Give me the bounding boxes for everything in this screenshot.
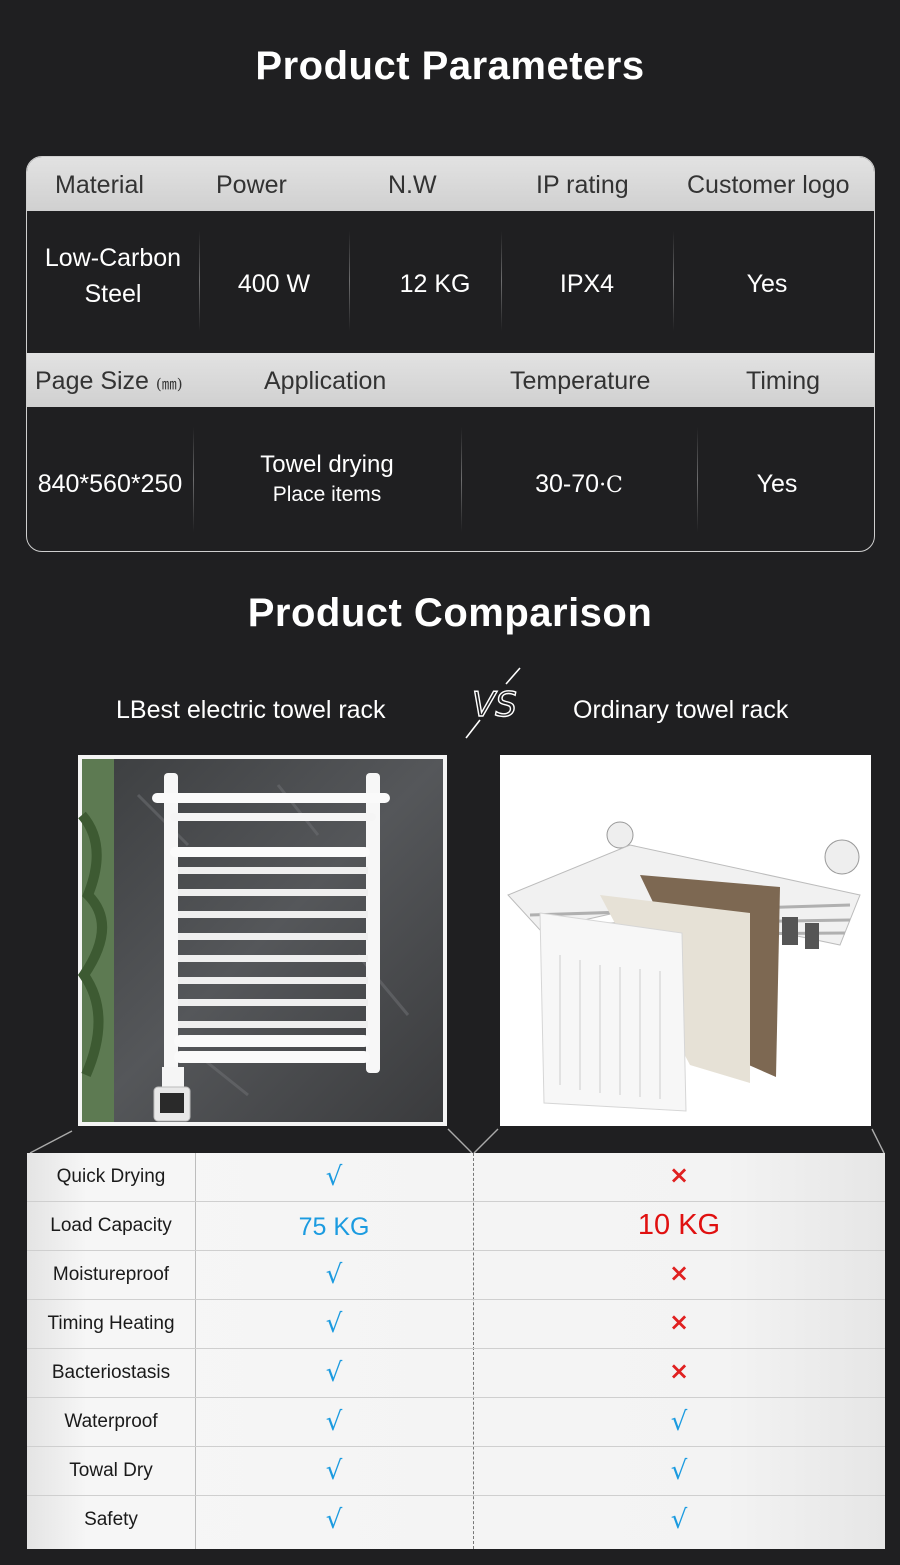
- comparison-title: Product Comparison: [247, 591, 653, 635]
- header-nw: N.W: [388, 171, 437, 199]
- parameters-table: Material Power N.W IP rating Customer lo…: [26, 156, 875, 552]
- check-icon: √: [670, 1505, 688, 1535]
- header-page-size: Page Size (㎜): [35, 367, 183, 396]
- header-power: Power: [216, 171, 287, 199]
- feature-label: Safety: [84, 1509, 138, 1530]
- value-temperature-range: 30-70: [535, 470, 600, 498]
- header-timing: Timing: [746, 367, 821, 395]
- table-row: Quick Drying √ ×: [27, 1153, 885, 1202]
- feature-label: Moistureproof: [52, 1264, 170, 1285]
- header-temperature: Temperature: [510, 367, 651, 395]
- check-icon: √: [670, 1456, 688, 1486]
- table-row: Bacteriostasis √ ×: [27, 1349, 885, 1398]
- header-page-size-unit: (㎜): [155, 375, 183, 393]
- comparison-table: Quick Drying √ × Load Capacity 75 KG 10 KG Moi…: [27, 1153, 885, 1549]
- parameters-value-row-1: Low-Carbon Steel 400 W 12 KG IPX4 Yes: [27, 211, 874, 353]
- feature-label: Quick Drying: [56, 1166, 166, 1187]
- parameters-header-row-1: Material Power N.W IP rating Customer lo…: [27, 157, 874, 211]
- value-logo: Yes: [746, 270, 788, 298]
- check-icon: √: [325, 1505, 343, 1535]
- vs-icon: VS: [462, 664, 524, 742]
- check-icon: √: [670, 1407, 688, 1437]
- table-row: Towal Dry √ √: [27, 1447, 885, 1496]
- value-material: Low-Carbon Steel: [27, 240, 199, 313]
- cross-icon: ×: [668, 1161, 690, 1189]
- check-icon: √: [325, 1260, 343, 1290]
- table-row: Moistureproof √ ×: [27, 1251, 885, 1300]
- feature-label: Timing Heating: [47, 1313, 175, 1334]
- table-row: Waterproof √ √: [27, 1398, 885, 1447]
- capacity-value: 75 KG: [298, 1213, 370, 1241]
- header-customer-logo: Customer logo: [687, 171, 850, 199]
- value-application: Towel drying Place items: [193, 449, 461, 510]
- value-nw: 12 KG: [399, 270, 471, 298]
- feature-label: Towal Dry: [69, 1460, 153, 1481]
- parameters-value-row-2: 840*560*250 Towel drying Place items 30-…: [27, 407, 874, 551]
- check-icon: √: [325, 1309, 343, 1339]
- check-icon: √: [325, 1407, 343, 1437]
- value-temperature-unit: ·C: [599, 473, 623, 498]
- value-temperature: 30-70·C: [461, 466, 697, 502]
- table-row: Load Capacity 75 KG 10 KG: [27, 1202, 885, 1251]
- parameters-title: Product Parameters: [255, 44, 645, 88]
- feature-label: Waterproof: [64, 1411, 158, 1432]
- ordinary-towel-rack-image: [500, 755, 871, 1126]
- value-application-line1: Towel drying: [260, 451, 394, 478]
- electric-towel-rack-image: [78, 755, 447, 1126]
- value-application-line2: Place items: [272, 483, 382, 507]
- parameters-header-row-2: Page Size (㎜) Application Temperature Ti…: [27, 353, 874, 407]
- value-material-line1: Low-Carbon: [44, 244, 182, 272]
- feature-label: Bacteriostasis: [51, 1362, 171, 1383]
- header-page-size-label: Page Size: [35, 367, 149, 395]
- value-timing: Yes: [756, 470, 798, 498]
- cross-icon: ×: [668, 1308, 690, 1336]
- value-ip: IPX4: [559, 270, 615, 298]
- vs-text: VS: [472, 685, 517, 725]
- check-icon: √: [325, 1162, 343, 1192]
- feature-label: Load Capacity: [50, 1215, 172, 1236]
- table-row: Safety √ √: [27, 1496, 885, 1545]
- left-product-label: LBest electric towel rack: [116, 696, 386, 724]
- header-application: Application: [264, 367, 387, 395]
- connector-lines: [29, 1128, 885, 1154]
- header-material: Material: [55, 171, 144, 199]
- cross-icon: ×: [668, 1357, 690, 1385]
- value-power: 400 W: [237, 270, 311, 298]
- header-ip-rating: IP rating: [536, 171, 629, 199]
- check-icon: √: [325, 1358, 343, 1388]
- check-icon: √: [325, 1456, 343, 1486]
- value-material-line2: Steel: [84, 280, 142, 309]
- cross-icon: ×: [668, 1259, 690, 1287]
- right-product-label: Ordinary towel rack: [573, 696, 789, 724]
- table-row: Timing Heating √ ×: [27, 1300, 885, 1349]
- value-page-size: 840*560*250: [37, 470, 183, 498]
- capacity-value: 10 KG: [637, 1209, 721, 1241]
